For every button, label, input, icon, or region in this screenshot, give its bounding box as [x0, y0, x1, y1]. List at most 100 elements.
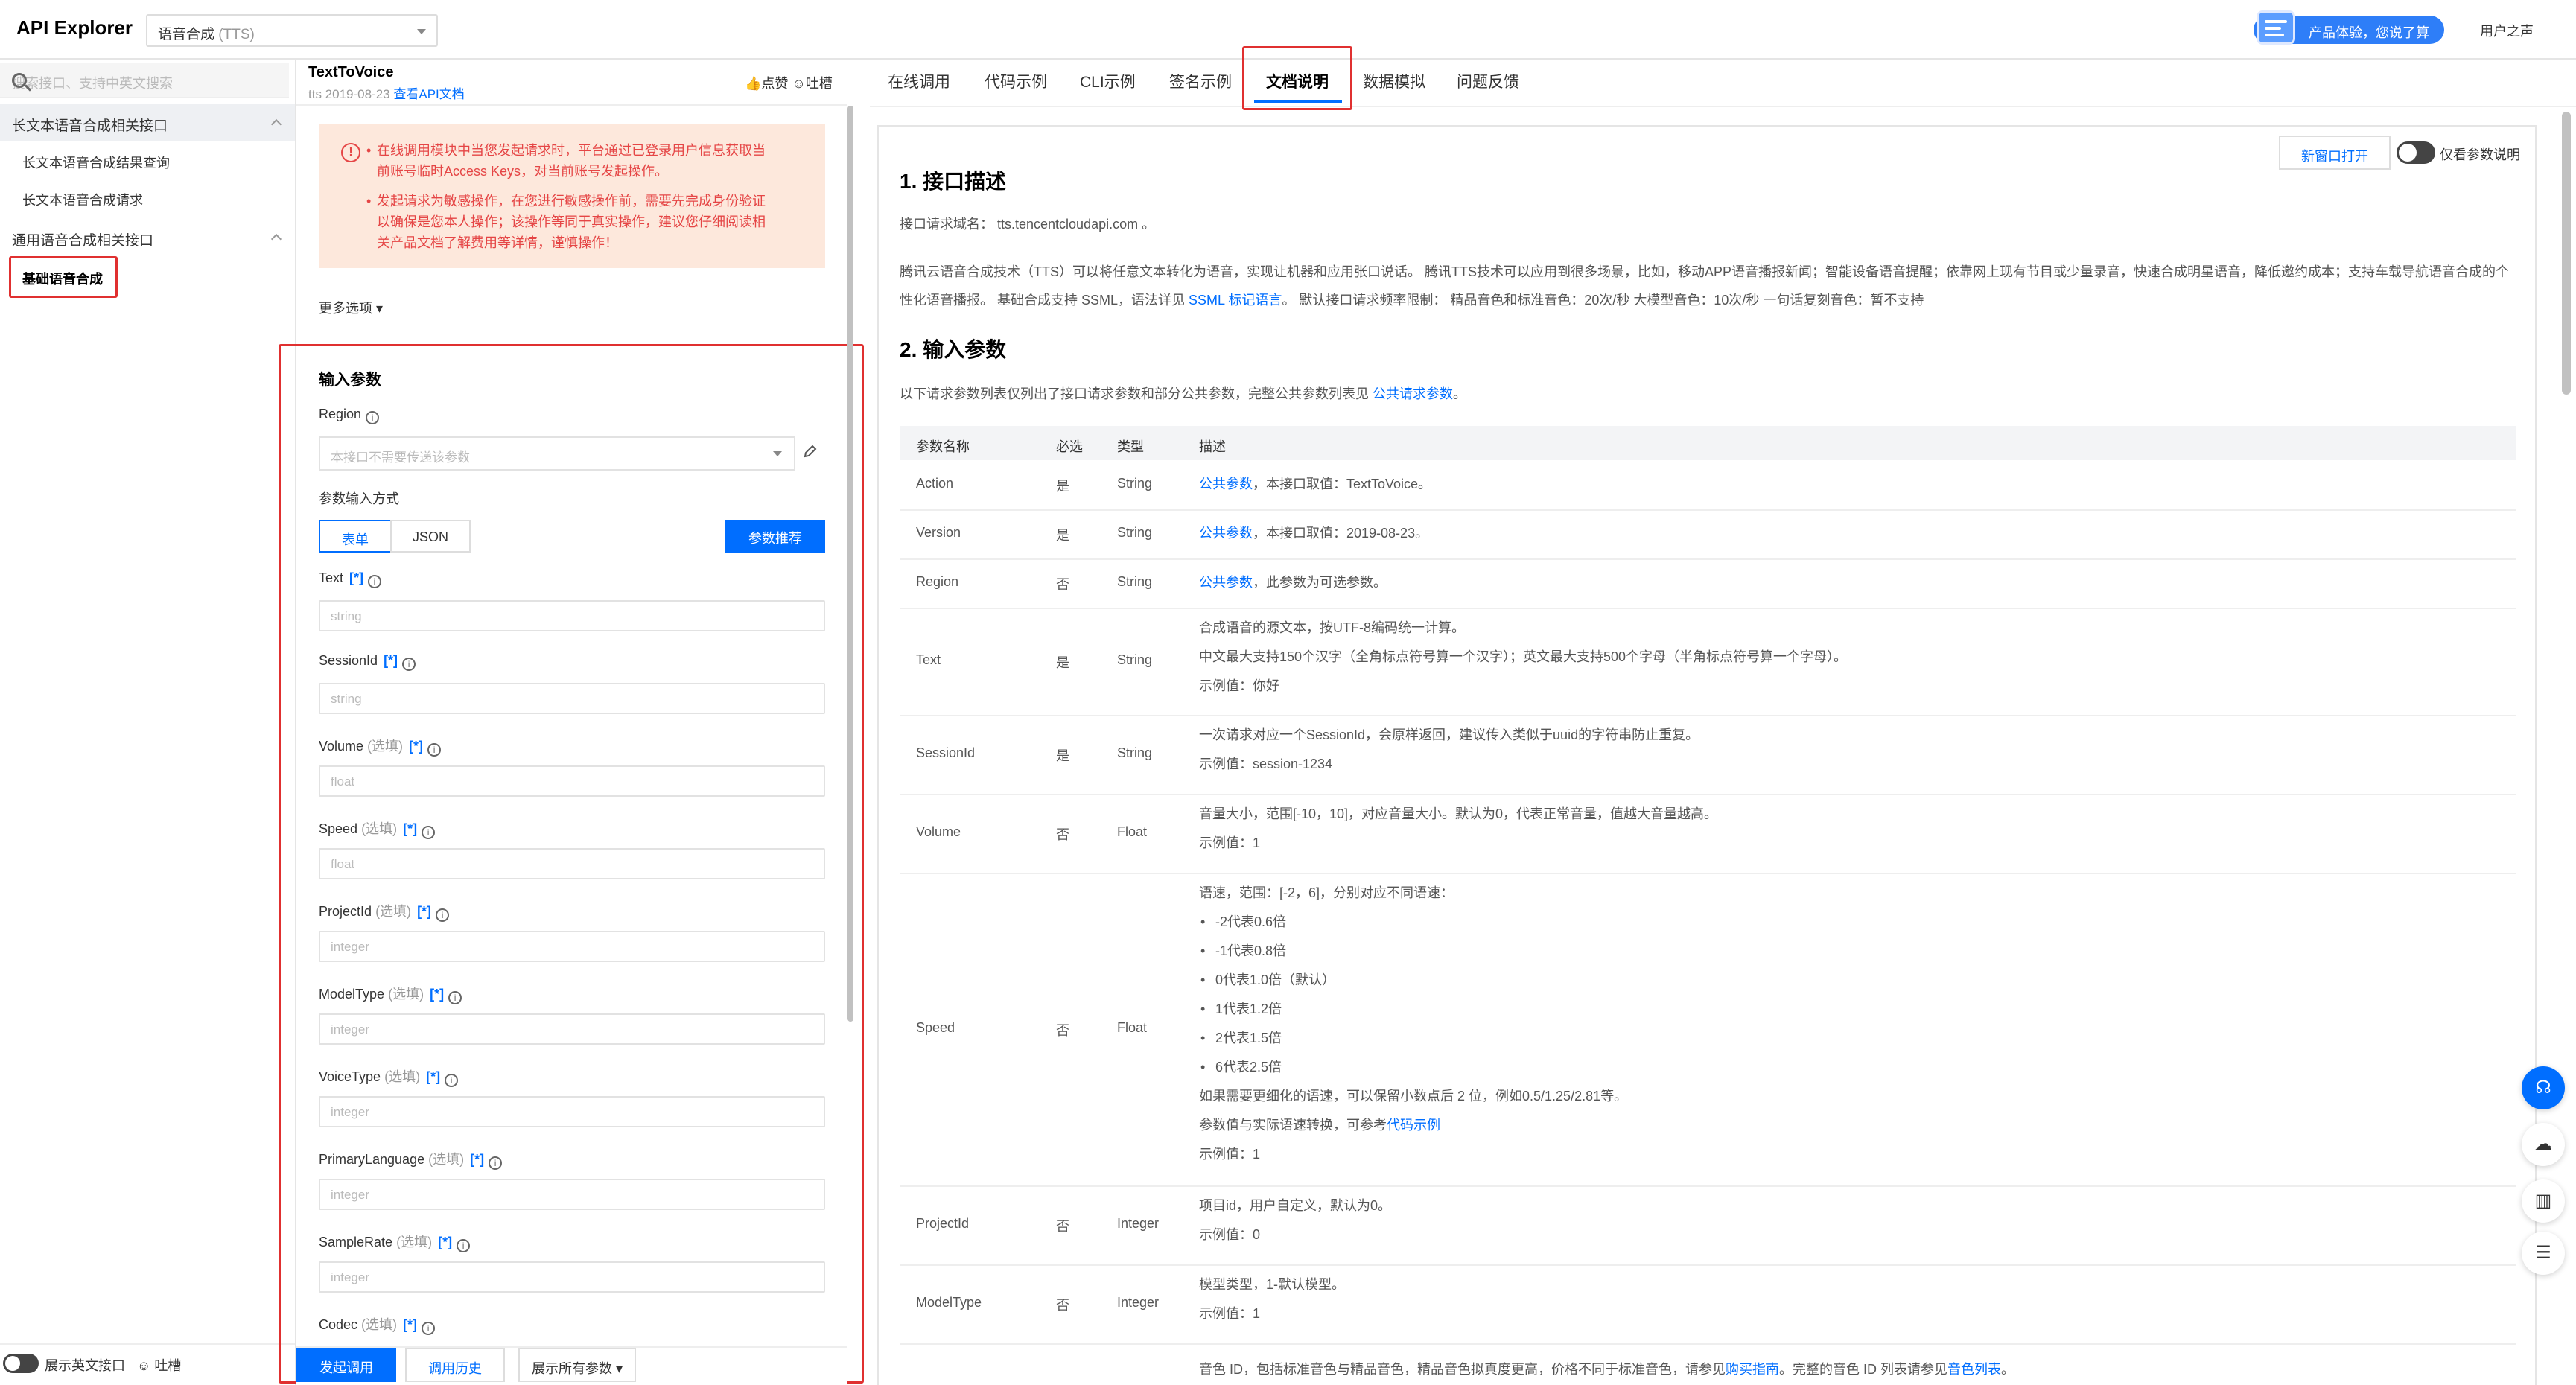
tab-code-example[interactable]: 代码示例 — [985, 70, 1047, 92]
param-required: 否 — [1056, 1219, 1069, 1234]
info-icon[interactable]: i — [402, 658, 416, 671]
field-name: Text — [319, 570, 344, 585]
field-input-primarylanguage[interactable]: integer — [319, 1179, 825, 1210]
field-input-voicetype[interactable]: integer — [319, 1096, 825, 1127]
sidebar-group-label: 长文本语音合成相关接口 — [12, 118, 168, 134]
sidebar-feedback-link[interactable]: ☺ 吐槽 — [137, 1355, 181, 1375]
param-name: ProjectId — [916, 1216, 970, 1231]
optional-tag: (选填) — [384, 1069, 421, 1084]
field-input-volume[interactable]: float — [319, 765, 825, 797]
warning-icon: ! — [341, 143, 360, 162]
param-desc-line: 示例值：session-1234 — [1199, 757, 1333, 771]
info-icon[interactable]: i — [489, 1156, 503, 1170]
field-input-samplerate[interactable]: integer — [319, 1261, 825, 1293]
show-all-params-button[interactable]: 展示所有参数 ▾ — [518, 1348, 636, 1382]
param-required: 否 — [1056, 1298, 1069, 1313]
api-version: tts 2019-08-23 查看API文档 — [308, 83, 465, 102]
column-header: 类型 — [1117, 439, 1144, 454]
optional-tag: (选填) — [388, 987, 424, 1002]
row-divider — [900, 558, 2516, 560]
user-voice-link[interactable]: 用户之声 — [2480, 21, 2534, 40]
list-icon[interactable]: ☰ — [2522, 1232, 2565, 1275]
mode-json-tab[interactable]: JSON — [390, 520, 471, 553]
form-scrollbar[interactable] — [847, 106, 853, 1022]
field-input-sessionid[interactable]: string — [319, 683, 825, 714]
field-input-projectid[interactable]: integer — [319, 931, 825, 962]
param-desc-text: ，本接口取值：2019-08-23。 — [1253, 526, 1429, 541]
params-intro-text: 以下请求参数列表仅列出了接口请求参数和部分公共参数，完整公共参数列表见 — [900, 386, 1373, 401]
book-icon[interactable]: ▥ — [2522, 1179, 2565, 1223]
field-placeholder: integer — [331, 1270, 369, 1284]
tab-online-call[interactable]: 在线调用 — [888, 70, 950, 92]
warning-text: 在线调用模块中当您发起请求时，平台通过已登录用户信息获取当 — [377, 143, 766, 158]
sidebar-item-long-text-request[interactable]: 长文本语音合成请求 — [0, 180, 295, 216]
purchase-guide-link[interactable]: 购买指南 — [1726, 1362, 1779, 1377]
row-divider — [900, 1185, 2516, 1187]
sidebar-group-long-text[interactable]: 长文本语音合成相关接口 — [0, 104, 295, 141]
tab-data-mock[interactable]: 数据模拟 — [1363, 70, 1425, 92]
info-icon[interactable]: i — [445, 1074, 459, 1087]
info-icon[interactable]: i — [366, 411, 380, 424]
field-name: Codec — [319, 1317, 358, 1332]
info-icon[interactable]: i — [457, 1239, 471, 1252]
row-divider — [900, 715, 2516, 716]
ssml-link[interactable]: SSML 标记语言 — [1189, 293, 1282, 308]
info-icon[interactable]: i — [422, 826, 436, 839]
public-param-link[interactable]: 公共参数 — [1199, 575, 1253, 590]
support-headset-icon[interactable]: ☊ — [2522, 1066, 2565, 1109]
like-button[interactable]: 👍点赞 ☺吐槽 — [745, 73, 833, 92]
info-icon[interactable]: i — [368, 575, 382, 588]
region-select[interactable]: 本接口不需要传递该参数 — [319, 436, 795, 471]
warning-line-2: 发起请求为敏感操作，在您进行敏感操作前，需要先完成身份验证 以确保是您本人操作；… — [366, 191, 794, 253]
info-icon[interactable]: i — [427, 743, 442, 757]
search-icon[interactable] — [12, 73, 27, 88]
public-param-link[interactable]: 公共参数 — [1199, 526, 1253, 541]
only-params-toggle[interactable] — [2397, 141, 2435, 164]
api-name: TextToVoice — [308, 64, 394, 80]
warning-text: 关产品文档了解费用等详情，谨慎操作！ — [377, 235, 618, 250]
english-toggle[interactable] — [3, 1354, 39, 1373]
param-desc-line: 示例值：0 — [1199, 1227, 1261, 1242]
info-icon[interactable]: i — [422, 1322, 436, 1335]
tab-sign-example[interactable]: 签名示例 — [1169, 70, 1232, 92]
common-params-link[interactable]: 公共请求参数 — [1373, 386, 1453, 401]
sidebar-group-general[interactable]: 通用语音合成相关接口 — [0, 219, 295, 256]
field-input-speed[interactable]: float — [319, 848, 825, 879]
tab-feedback[interactable]: 问题反馈 — [1457, 70, 1519, 92]
description-text: 性化语音播报。 基础合成支持 SSML，语法详见 — [900, 293, 1189, 308]
more-options-toggle[interactable]: 更多选项 ▾ — [319, 298, 383, 317]
service-select[interactable]: 语音合成 (TTS) — [146, 14, 438, 47]
mode-form-tab[interactable]: 表单 — [319, 520, 392, 553]
new-window-button[interactable]: 新窗口打开 — [2279, 136, 2391, 170]
doc-scrollbar[interactable] — [2562, 112, 2571, 395]
field-input-modeltype[interactable]: integer — [319, 1013, 825, 1045]
api-doc-link[interactable]: 查看API文档 — [393, 87, 464, 101]
param-required: 否 — [1056, 827, 1069, 842]
param-desc-line: 一次请求对应一个SessionId，会原样返回，建议传入类似于uuid的字符串防… — [1199, 727, 1699, 742]
voice-desc-text: 。 — [2001, 1362, 2015, 1377]
voice-list-link[interactable]: 音色列表 — [1947, 1362, 2001, 1377]
call-history-button[interactable]: 调用历史 — [405, 1348, 505, 1382]
search-input[interactable]: 搜索接口、支持中英文搜索 — [0, 63, 289, 98]
code-example-link[interactable]: 代码示例 — [1387, 1118, 1440, 1133]
param-desc-line: 语速，范围：[-2，6]，分别对应不同语速： — [1199, 885, 1454, 900]
region-label-text: Region — [319, 407, 362, 421]
cloud-icon[interactable]: ☁ — [2522, 1123, 2565, 1166]
description-line-2: 性化语音播报。 基础合成支持 SSML，语法详见 SSML 标记语言。 默认接口… — [900, 286, 1924, 314]
info-icon[interactable]: i — [436, 908, 450, 922]
service-code: (TTS) — [218, 27, 255, 42]
param-desc-text: 参数值与实际语速转换，可参考 — [1199, 1118, 1387, 1133]
submit-call-button[interactable]: 发起调用 — [296, 1348, 396, 1382]
sidebar-item-long-text-query[interactable]: 长文本语音合成结果查询 — [0, 143, 295, 179]
voice-type-desc: 音色 ID，包括标准音色与精品音色，精品音色拟真度更高，价格不同于标准音色，请参… — [1199, 1355, 2525, 1384]
field-label-volume: Volume (选填) [*] i — [319, 736, 442, 757]
param-name: ModelType — [916, 1295, 982, 1310]
info-icon[interactable]: i — [448, 991, 462, 1004]
edit-icon[interactable] — [803, 444, 818, 459]
field-input-text[interactable]: string — [319, 600, 825, 631]
public-param-link[interactable]: 公共参数 — [1199, 477, 1253, 491]
warning-text: 发起请求为敏感操作，在您进行敏感操作前，需要先完成身份验证 — [377, 194, 766, 208]
param-recommend-button[interactable]: 参数推荐 — [725, 520, 825, 553]
sidebar-item-basic-tts[interactable]: 基础语音合成 — [0, 259, 295, 295]
tab-cli-example[interactable]: CLI示例 — [1080, 70, 1136, 92]
